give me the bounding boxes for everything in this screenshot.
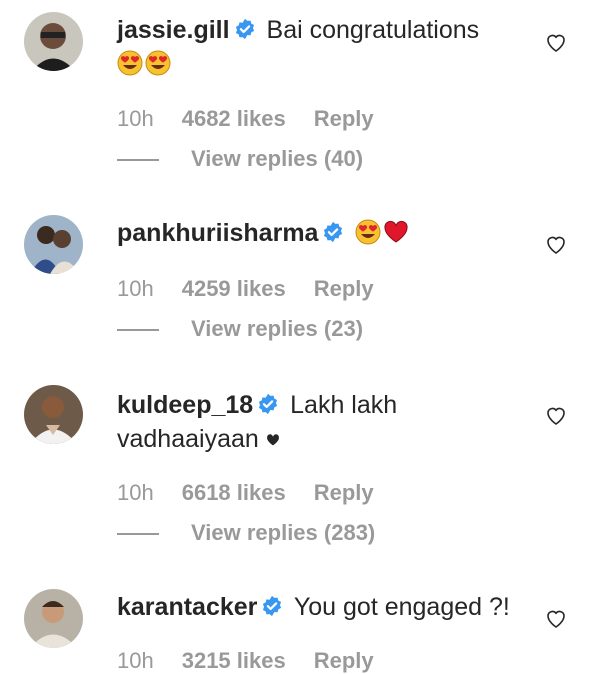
verified-badge-icon [322,221,344,243]
like-heart-icon[interactable] [544,232,568,256]
avatar[interactable] [24,12,83,71]
comment-meta: 10h 4682 likes Reply [117,106,402,132]
view-replies-label: View replies (283) [191,520,376,545]
comment-meta: 10h 3215 likes Reply [117,648,402,674]
like-heart-icon[interactable] [544,403,568,427]
likes-count[interactable]: 3215 likes [182,648,286,673]
view-replies-label: View replies (40) [191,146,364,171]
likes-count[interactable]: 4682 likes [182,106,286,131]
username[interactable]: karantacker [117,593,257,621]
comment-body: jassie.gill Bai congratulations [117,13,530,81]
verified-badge-icon [234,18,256,40]
timestamp: 10h [117,276,154,301]
comment-text: Lakh lakh [290,391,398,419]
reply-button[interactable]: Reply [314,276,374,301]
comment-meta: 10h 4259 likes Reply [117,276,402,302]
view-replies-button[interactable]: View replies (40) [117,146,363,172]
red-heart-emoji [383,219,409,245]
timestamp: 10h [117,648,154,673]
reply-button[interactable]: Reply [314,648,374,673]
comment-meta: 10h 6618 likes Reply [117,480,402,506]
comment-text: You got engaged ?! [293,593,510,621]
heart-eyes-emoji [355,219,381,245]
comment-body: kuldeep_18 Lakh lakh vadhaaiyaan [117,388,530,456]
view-replies-button[interactable]: View replies (283) [117,520,375,546]
comment-text: Bai congratulations [266,16,480,44]
verified-badge-icon [257,393,279,415]
comment-body: karantacker You got engaged ?! [117,590,530,624]
username[interactable]: pankhuriisharma [117,219,318,247]
divider [117,329,159,332]
avatar[interactable] [24,385,83,444]
like-heart-icon[interactable] [544,30,568,54]
likes-count[interactable]: 6618 likes [182,480,286,505]
reply-button[interactable]: Reply [314,106,374,131]
black-heart-emoji [266,433,280,447]
view-replies-button[interactable]: View replies (23) [117,316,363,342]
view-replies-label: View replies (23) [191,316,364,341]
like-heart-icon[interactable] [544,606,568,630]
comment-text-line2: vadhaaiyaan [117,425,259,453]
heart-eyes-emoji [145,50,171,76]
avatar[interactable] [24,589,83,648]
reply-button[interactable]: Reply [314,480,374,505]
username[interactable]: kuldeep_18 [117,391,253,419]
heart-eyes-emoji [117,50,143,76]
divider [117,533,159,536]
timestamp: 10h [117,106,154,131]
timestamp: 10h [117,480,154,505]
comment-body: pankhuriisharma [117,216,530,250]
username[interactable]: jassie.gill [117,16,230,44]
avatar[interactable] [24,215,83,274]
divider [117,159,159,162]
likes-count[interactable]: 4259 likes [182,276,286,301]
verified-badge-icon [261,595,283,617]
